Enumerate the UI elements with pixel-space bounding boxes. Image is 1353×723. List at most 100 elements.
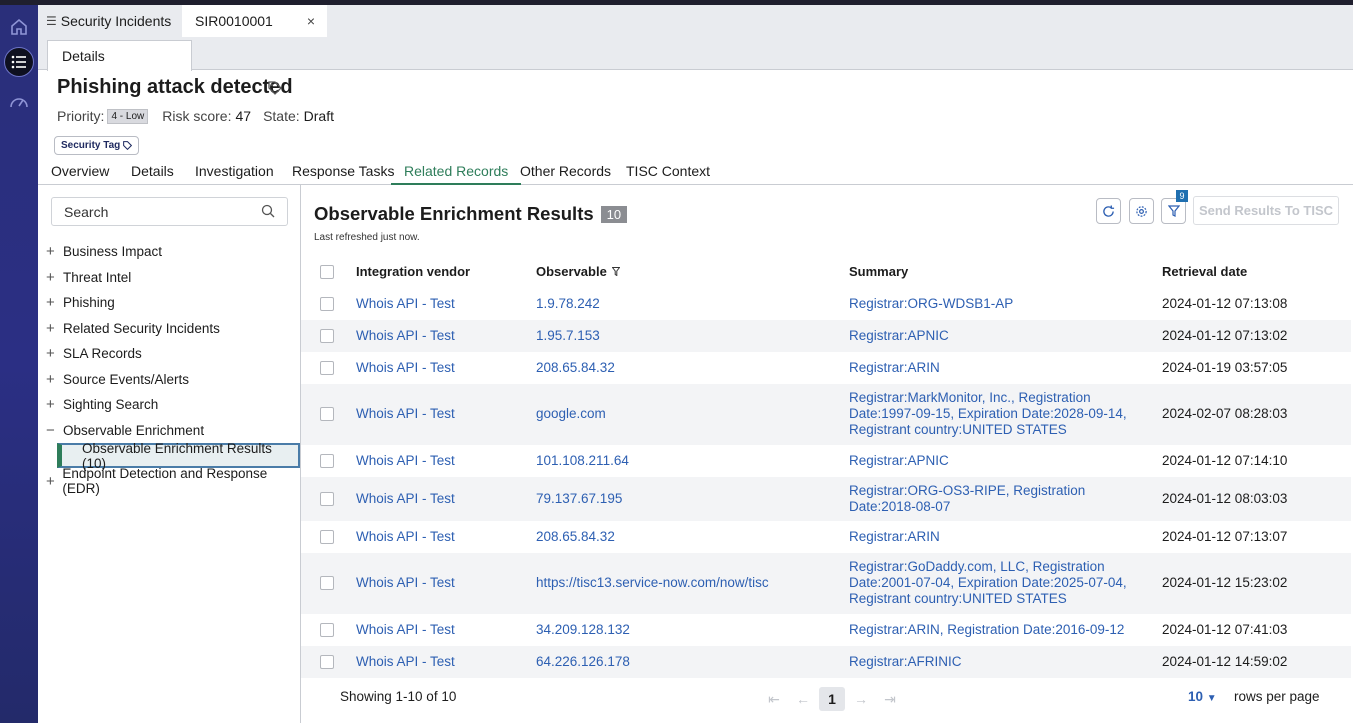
expand-icon: + xyxy=(46,242,55,260)
observable-link[interactable]: google.com xyxy=(536,406,606,421)
row-checkbox[interactable] xyxy=(320,655,334,669)
observable-link[interactable]: 1.95.7.153 xyxy=(536,328,600,343)
column-header-summary[interactable]: Summary xyxy=(849,264,908,279)
security-tag-chip[interactable]: Security Tag xyxy=(54,136,140,155)
vendor-link[interactable]: Whois API - Test xyxy=(356,296,455,311)
tree-item-observable-enrichment-results[interactable]: Observable Enrichment Results (10) xyxy=(57,441,300,471)
last-page-icon[interactable]: ⇥ xyxy=(877,687,903,711)
tree-item-observable-enrichment[interactable]: − Observable Enrichment xyxy=(46,420,204,440)
tab-details[interactable]: Details xyxy=(131,163,174,185)
observable-link[interactable]: 101.108.211.64 xyxy=(536,453,629,468)
app-rail xyxy=(0,5,38,723)
row-checkbox[interactable] xyxy=(320,329,334,343)
filter-icon[interactable] xyxy=(611,267,621,277)
summary-link[interactable]: Registrar:ARIN xyxy=(849,529,1134,545)
row-checkbox[interactable] xyxy=(320,454,334,468)
row-checkbox[interactable] xyxy=(320,492,334,506)
row-checkbox[interactable] xyxy=(320,407,334,421)
record-nav-tabs: Overview Details Investigation Response … xyxy=(38,157,1353,185)
results-title-text: Observable Enrichment Results xyxy=(314,203,594,224)
settings-button[interactable] xyxy=(1129,198,1154,224)
tree-item-related-security-incidents[interactable]: + Related Security Incidents xyxy=(46,318,220,338)
observable-link[interactable]: 208.65.84.32 xyxy=(536,360,615,375)
expand-icon: + xyxy=(46,344,55,362)
tab-related-records[interactable]: Related Records xyxy=(391,163,522,185)
send-results-button[interactable]: Send Results To TISC xyxy=(1193,196,1339,225)
search-input[interactable]: Search xyxy=(51,197,288,226)
tree-item-business-impact[interactable]: + Business Impact xyxy=(46,241,162,261)
tab-overview[interactable]: Overview xyxy=(51,163,109,185)
column-header-vendor[interactable]: Integration vendor xyxy=(356,264,470,279)
select-all-checkbox[interactable] xyxy=(320,265,334,279)
tree-item-label: Threat Intel xyxy=(63,269,132,285)
summary-link[interactable]: Registrar:AFRINIC xyxy=(849,654,1134,670)
row-checkbox[interactable] xyxy=(320,361,334,375)
prev-page-icon[interactable]: ← xyxy=(790,687,816,711)
rows-per-page-select[interactable]: 10 ▼ xyxy=(1188,689,1217,704)
vendor-link[interactable]: Whois API - Test xyxy=(356,406,455,421)
summary-link[interactable]: Registrar:ARIN, Registration Date:2016-0… xyxy=(849,622,1134,638)
retrieval-date: 2024-01-12 14:59:02 xyxy=(1162,654,1288,669)
filter-icon xyxy=(1167,205,1180,217)
tree-item-threat-intel[interactable]: + Threat Intel xyxy=(46,267,131,287)
vendor-link[interactable]: Whois API - Test xyxy=(356,575,455,590)
summary-link[interactable]: Registrar:ARIN xyxy=(849,360,1134,376)
tree-item-source-events[interactable]: + Source Events/Alerts xyxy=(46,369,189,389)
tag-icon[interactable] xyxy=(268,81,282,95)
first-page-icon[interactable]: ⇤ xyxy=(761,687,787,711)
close-icon[interactable]: × xyxy=(307,13,315,29)
tree-item-sighting-search[interactable]: + Sighting Search xyxy=(46,394,158,414)
vendor-link[interactable]: Whois API - Test xyxy=(356,328,455,343)
vendor-link[interactable]: Whois API - Test xyxy=(356,360,455,375)
row-checkbox[interactable] xyxy=(320,297,334,311)
vendor-link[interactable]: Whois API - Test xyxy=(356,491,455,506)
observable-link[interactable]: 1.9.78.242 xyxy=(536,296,600,311)
tree-item-edr[interactable]: + Endpoint Detection and Response (EDR) xyxy=(46,466,300,496)
home-icon[interactable] xyxy=(4,12,34,42)
summary-link[interactable]: Registrar:APNIC xyxy=(849,453,1134,469)
menu-icon: ☰ xyxy=(46,14,57,28)
column-header-observable[interactable]: Observable xyxy=(536,264,621,279)
observable-link[interactable]: 208.65.84.32 xyxy=(536,529,615,544)
vendor-link[interactable]: Whois API - Test xyxy=(356,453,455,468)
summary-link[interactable]: Registrar:APNIC xyxy=(849,328,1134,344)
observable-link[interactable]: 64.226.126.178 xyxy=(536,654,630,669)
summary-link[interactable]: Registrar:ORG-WDSB1-AP xyxy=(849,296,1134,312)
tree-item-label: Source Events/Alerts xyxy=(63,371,190,387)
tab-other-records[interactable]: Other Records xyxy=(520,163,611,185)
search-icon xyxy=(261,204,275,218)
column-header-retrieval-date[interactable]: Retrieval date xyxy=(1162,264,1247,279)
tree-item-sla-records[interactable]: + SLA Records xyxy=(46,343,142,363)
tag-icon xyxy=(123,141,133,150)
vendor-link[interactable]: Whois API - Test xyxy=(356,529,455,544)
tab-security-incidents[interactable]: ☰ Security Incidents xyxy=(46,5,180,37)
current-page-button[interactable]: 1 xyxy=(819,687,845,711)
observable-link[interactable]: https://tisc13.service-now.com/now/tisc xyxy=(536,575,769,590)
tree-item-label: Endpoint Detection and Response (EDR) xyxy=(62,466,268,496)
summary-link[interactable]: Registrar:GoDaddy.com, LLC, Registration… xyxy=(849,559,1134,607)
dashboard-gauge-icon[interactable] xyxy=(4,87,34,117)
priority-label: Priority: xyxy=(57,108,105,124)
tab-investigation[interactable]: Investigation xyxy=(195,163,274,185)
tab-record[interactable]: SIR0010001 × xyxy=(182,5,327,37)
observable-link[interactable]: 34.209.128.132 xyxy=(536,622,630,637)
tab-tisc-context[interactable]: TISC Context xyxy=(626,163,710,185)
refresh-button[interactable] xyxy=(1096,198,1121,224)
observable-link[interactable]: 79.137.67.195 xyxy=(536,491,622,506)
row-checkbox[interactable] xyxy=(320,576,334,590)
results-count-badge: 10 xyxy=(600,205,628,223)
summary-link[interactable]: Registrar:ORG-OS3-RIPE, Registration Dat… xyxy=(849,483,1134,515)
row-checkbox[interactable] xyxy=(320,530,334,544)
vendor-link[interactable]: Whois API - Test xyxy=(356,622,455,637)
tree-item-label: Sighting Search xyxy=(63,396,159,412)
results-title: Observable Enrichment Results 10 xyxy=(314,203,628,225)
vendor-link[interactable]: Whois API - Test xyxy=(356,654,455,669)
summary-link[interactable]: Registrar:MarkMonitor, Inc., Registratio… xyxy=(849,390,1134,438)
list-icon[interactable] xyxy=(4,47,34,77)
next-page-icon[interactable]: → xyxy=(848,687,874,711)
subtab-details[interactable]: Details xyxy=(47,40,192,71)
row-checkbox[interactable] xyxy=(320,623,334,637)
tree-item-phishing[interactable]: + Phishing xyxy=(46,292,115,312)
tab-response-tasks[interactable]: Response Tasks xyxy=(292,163,394,185)
page-title: Phishing attack detected xyxy=(57,76,293,98)
